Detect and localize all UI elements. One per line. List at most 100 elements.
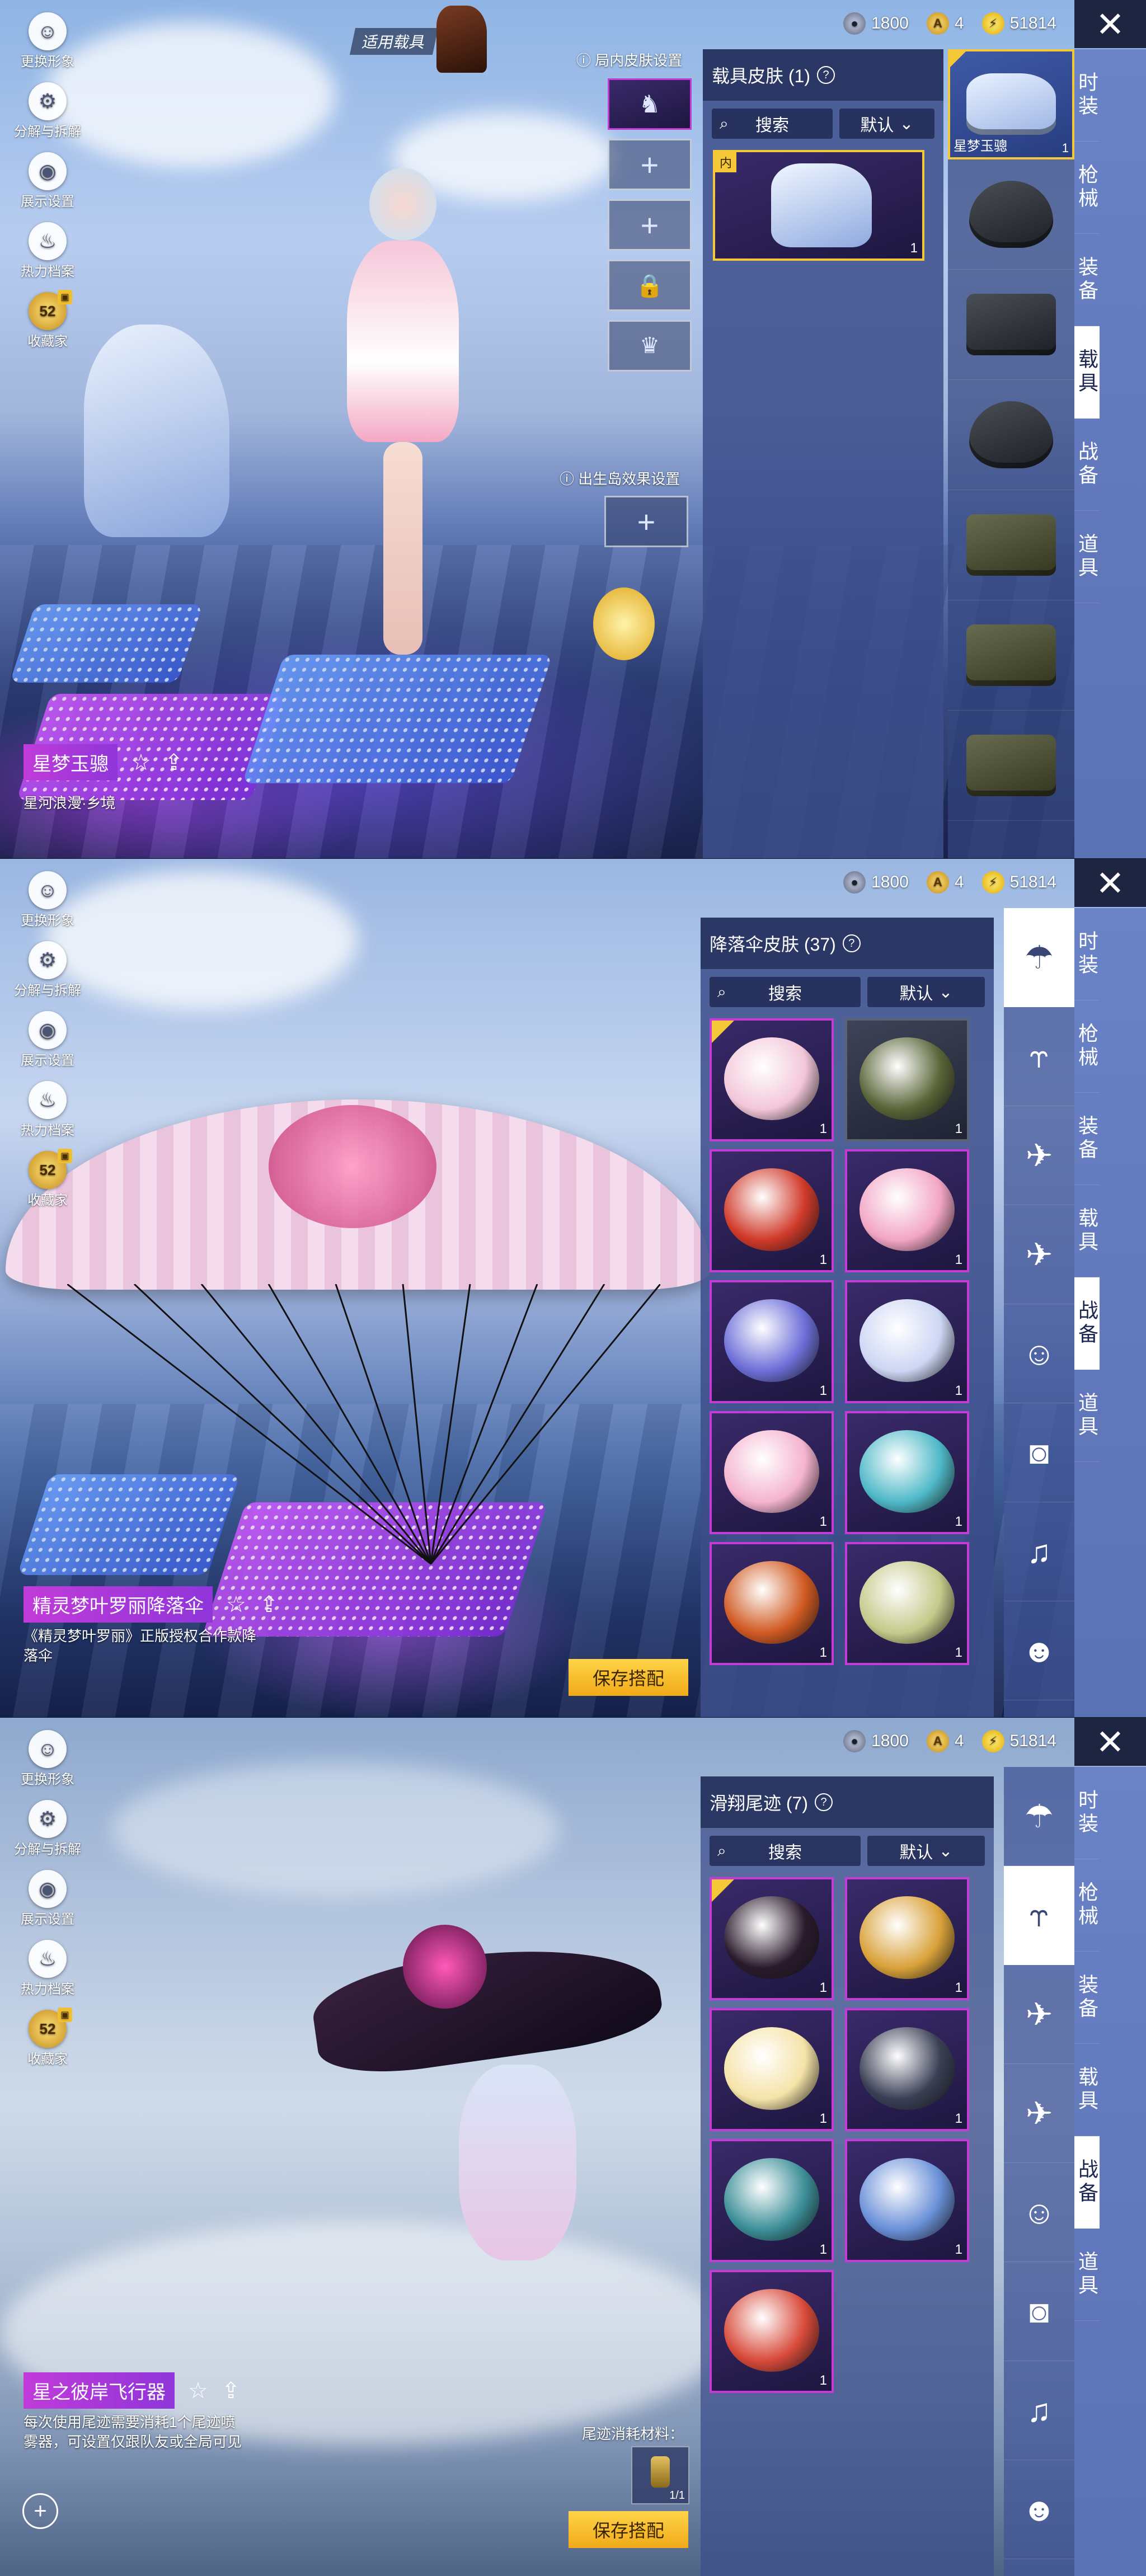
vehicle-item[interactable]: 星梦玉骢 1	[948, 49, 1074, 159]
skin-slot-equipped[interactable]: ♞	[608, 78, 692, 130]
glide-trail-item[interactable]: 1	[710, 1877, 834, 2000]
star-icon[interactable]: ☆	[226, 1592, 246, 1618]
menu-heat-profile[interactable]: ♨ 热力档案	[11, 1081, 84, 1139]
tab-equipment[interactable]: 装备	[1074, 1952, 1100, 2044]
plane-icon[interactable]: ✈	[1004, 1205, 1074, 1304]
glide-trail-item[interactable]: 1	[845, 2139, 969, 2262]
menu-display-settings[interactable]: ◉ 展示设置	[11, 1011, 84, 1069]
skin-slot-empty[interactable]: +	[608, 199, 692, 251]
emote-icon[interactable]: ☺	[1004, 2163, 1074, 2262]
vehicle-item[interactable]	[948, 270, 1074, 380]
parachute-skin-item[interactable]: 1	[710, 1149, 834, 1272]
vehicle-item[interactable]	[948, 380, 1074, 490]
glide-trail-item[interactable]: 1	[845, 1877, 969, 2000]
vehicle-item[interactable]	[948, 711, 1074, 821]
share-icon[interactable]: ⇪	[260, 1592, 279, 1618]
parachute-skin-item[interactable]: 1	[710, 1411, 834, 1534]
glider-icon[interactable]: ⥾	[1004, 1866, 1074, 1965]
material-slot[interactable]: 1/1	[631, 2446, 689, 2504]
sort-dropdown[interactable]: 默认 ⌄	[839, 109, 934, 139]
tab-combat-supply[interactable]: 战备	[1074, 2136, 1100, 2229]
sort-dropdown[interactable]: 默认 ⌄	[867, 977, 985, 1007]
close-button[interactable]: ✕	[1074, 1718, 1146, 1766]
parachute-skin-item[interactable]: 1	[845, 1542, 969, 1665]
parachute-skin-item[interactable]: 1	[710, 1018, 834, 1141]
search-input[interactable]: ⌕ 搜索	[712, 109, 833, 139]
help-icon[interactable]: ?	[842, 934, 861, 952]
share-icon[interactable]: ⇪	[222, 2378, 241, 2404]
parachute-skin-item[interactable]: 1	[845, 1149, 969, 1272]
face-icon[interactable]: ☻	[1004, 2460, 1074, 2559]
tab-weapons[interactable]: 枪械	[1074, 142, 1100, 234]
tab-props[interactable]: 道具	[1074, 1370, 1100, 1462]
tab-weapons[interactable]: 枪械	[1074, 1000, 1100, 1093]
glide-trail-item[interactable]: 1	[710, 2270, 834, 2393]
emote-icon[interactable]: ☺	[1004, 1304, 1074, 1403]
spawn-island-slot[interactable]: +	[604, 496, 688, 547]
skin-slot-locked[interactable]: ♛	[608, 320, 692, 372]
parachute-skin-item[interactable]: 1	[845, 1018, 969, 1141]
vehicle-item[interactable]	[948, 600, 1074, 711]
tab-vehicles[interactable]: 载具	[1074, 2044, 1100, 2136]
robot-icon[interactable]: ◙	[1004, 2262, 1074, 2361]
parachute-icon[interactable]: ☂	[1004, 1767, 1074, 1866]
tab-fashion[interactable]: 时装	[1074, 908, 1100, 1000]
tab-vehicles[interactable]: 载具	[1074, 326, 1100, 419]
save-outfit-button[interactable]: 保存搭配	[569, 2511, 688, 2548]
parachute-skin-item[interactable]: 1	[845, 1280, 969, 1403]
tab-weapons[interactable]: 枪械	[1074, 1859, 1100, 1952]
tab-props[interactable]: 道具	[1074, 511, 1100, 603]
tab-combat-supply[interactable]: 战备	[1074, 1277, 1100, 1370]
menu-display-settings[interactable]: ◉ 展示设置	[11, 152, 84, 210]
speaker-icon[interactable]: ♫	[1004, 2361, 1074, 2460]
menu-collector[interactable]: 52 ▣ 收藏家	[11, 2008, 84, 2067]
close-button[interactable]: ✕	[1074, 859, 1146, 907]
menu-display-settings[interactable]: ◉ 展示设置	[11, 1870, 84, 1928]
menu-decompose[interactable]: ⚙ 分解与拆解	[11, 1800, 84, 1858]
close-button[interactable]: ✕	[1074, 0, 1146, 48]
tab-fashion[interactable]: 时装	[1074, 49, 1100, 142]
vehicle-skin-item[interactable]: 内 1	[713, 150, 924, 261]
menu-collector[interactable]: 52 ▣ 收藏家	[11, 1149, 84, 1209]
search-input[interactable]: ⌕ 搜索	[710, 977, 861, 1007]
tab-equipment[interactable]: 装备	[1074, 1093, 1100, 1185]
tab-equipment[interactable]: 装备	[1074, 234, 1100, 326]
parachute-skin-item[interactable]: 1	[845, 1411, 969, 1534]
skin-slot-empty[interactable]: +	[608, 139, 692, 190]
star-icon[interactable]: ☆	[188, 2378, 208, 2404]
save-outfit-button[interactable]: 保存搭配	[569, 1659, 688, 1696]
parachute-skin-item[interactable]: 1	[710, 1542, 834, 1665]
glide-trail-item[interactable]: 1	[845, 2008, 969, 2131]
parachute-skin-item[interactable]: 1	[710, 1280, 834, 1403]
share-icon[interactable]: ⇪	[165, 750, 184, 775]
vehicle-item[interactable]	[948, 490, 1074, 600]
vehicle-item[interactable]	[948, 159, 1074, 270]
search-input[interactable]: ⌕ 搜索	[710, 1836, 861, 1866]
glide-trail-item[interactable]: 1	[710, 2139, 834, 2262]
face-icon[interactable]: ☻	[1004, 1601, 1074, 1700]
menu-change-appearance[interactable]: ☺ 更换形象	[11, 12, 84, 70]
parachute-icon[interactable]: ☂	[1004, 908, 1074, 1007]
menu-decompose[interactable]: ⚙ 分解与拆解	[11, 82, 84, 140]
tab-vehicles[interactable]: 载具	[1074, 1185, 1100, 1277]
sort-dropdown[interactable]: 默认 ⌄	[867, 1836, 985, 1866]
horse-thumbnail[interactable]	[436, 6, 487, 73]
drone-icon[interactable]: ✈	[1004, 1965, 1074, 2064]
menu-collector[interactable]: 52 ▣ 收藏家	[11, 290, 84, 350]
tab-fashion[interactable]: 时装	[1074, 1767, 1100, 1859]
help-icon[interactable]: ?	[817, 66, 835, 84]
speaker-icon[interactable]: ♫	[1004, 1502, 1074, 1601]
menu-decompose[interactable]: ⚙ 分解与拆解	[11, 941, 84, 999]
menu-heat-profile[interactable]: ♨ 热力档案	[11, 1940, 84, 1997]
zoom-in-icon[interactable]: +	[22, 2493, 58, 2529]
drone-icon[interactable]: ✈	[1004, 1106, 1074, 1205]
glide-trail-item[interactable]: 1	[710, 2008, 834, 2131]
tab-combat-supply[interactable]: 战备	[1074, 419, 1100, 511]
tab-props[interactable]: 道具	[1074, 2229, 1100, 2321]
help-icon[interactable]: ?	[815, 1793, 833, 1811]
star-icon[interactable]: ☆	[131, 750, 151, 775]
skin-slot-locked[interactable]: 🔒	[608, 260, 692, 311]
menu-heat-profile[interactable]: ♨ 热力档案	[11, 222, 84, 280]
robot-icon[interactable]: ◙	[1004, 1403, 1074, 1502]
menu-change-appearance[interactable]: ☺ 更换形象	[11, 1730, 84, 1788]
